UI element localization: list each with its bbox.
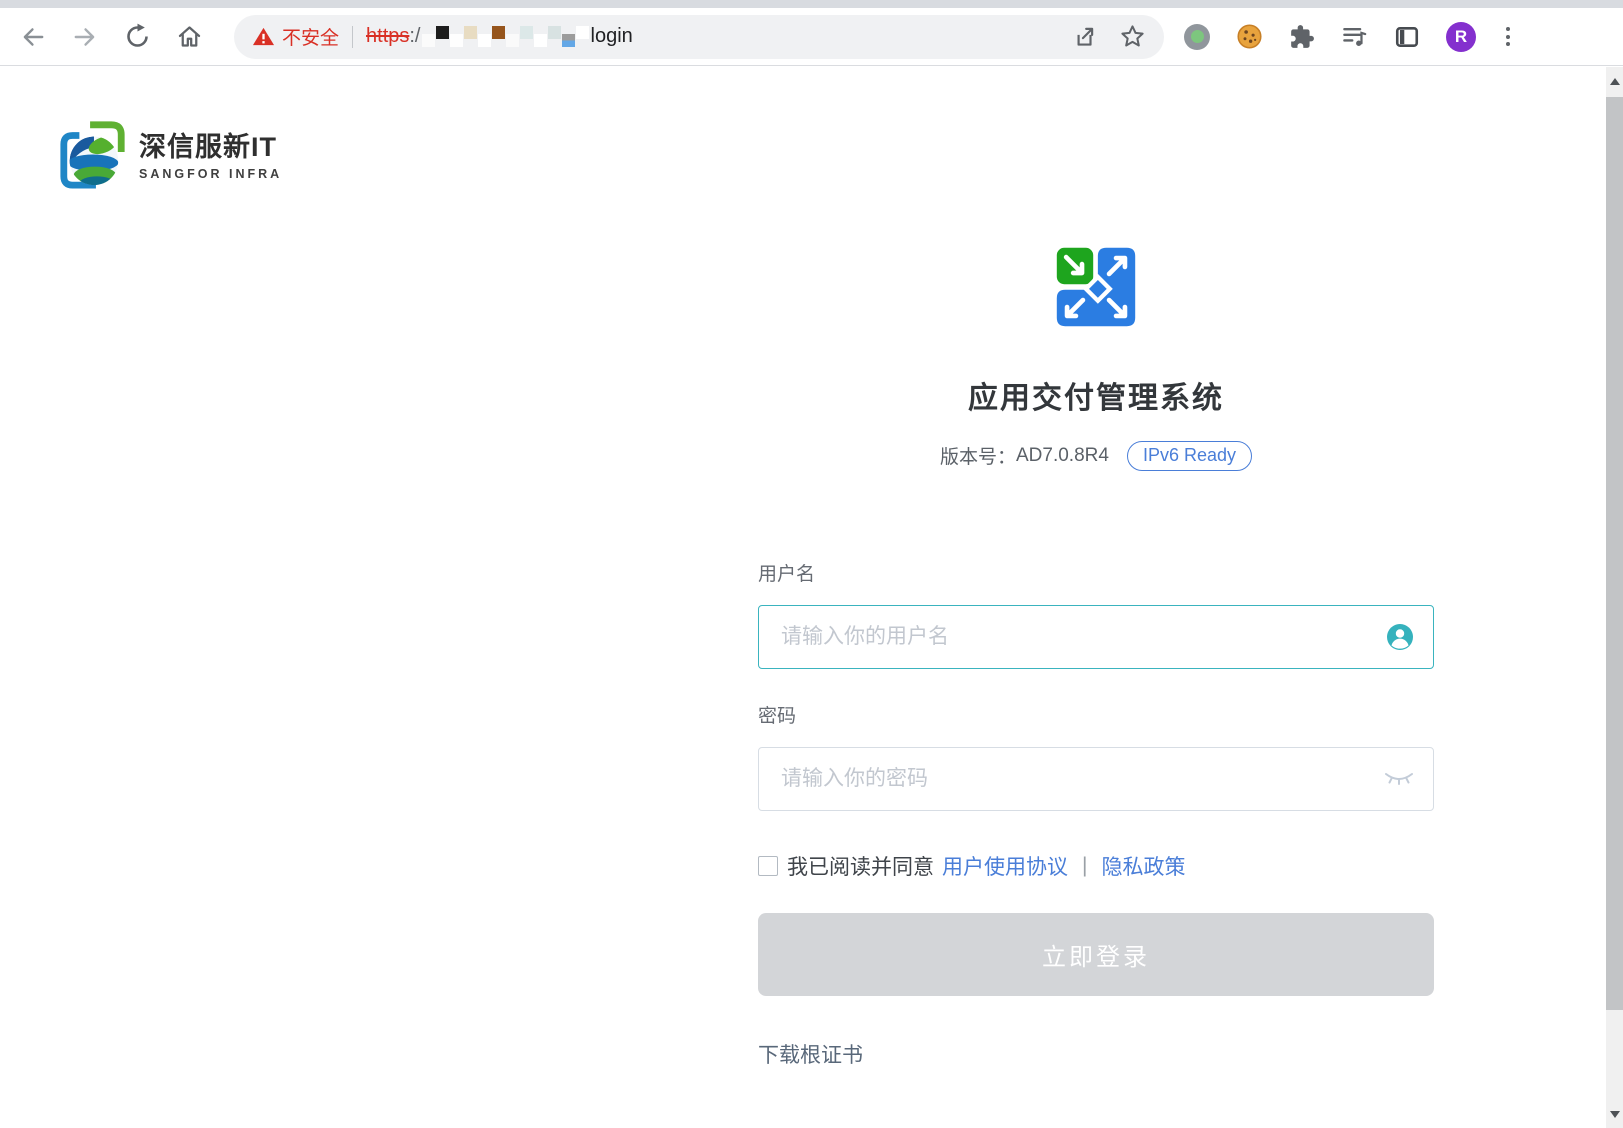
browser-toolbar: 不安全 https:/ login R [0, 8, 1623, 66]
back-arrow-icon [20, 24, 46, 50]
username-input[interactable] [758, 605, 1434, 669]
user-agreement-link[interactable]: 用户使用协议 [942, 851, 1068, 881]
privacy-policy-link[interactable]: 隐私政策 [1101, 851, 1185, 881]
version-label: 版本号： [940, 442, 1016, 469]
extensions-puzzle-icon[interactable] [1289, 24, 1315, 50]
bookmark-star-icon[interactable] [1119, 23, 1146, 50]
reload-icon [124, 23, 151, 50]
side-panel-icon[interactable] [1394, 24, 1420, 50]
forward-arrow-icon [72, 24, 98, 50]
home-button[interactable] [168, 16, 210, 58]
user-avatar-icon [1386, 623, 1414, 651]
address-bar[interactable]: 不安全 https:/ login [234, 15, 1164, 59]
cookie-icon[interactable] [1236, 23, 1263, 50]
eye-closed-icon [1384, 770, 1414, 788]
scrollbar-up-arrow[interactable] [1606, 67, 1623, 95]
reload-button[interactable] [116, 16, 158, 58]
app-delivery-product-icon [1054, 245, 1138, 329]
login-button[interactable]: 立即登录 [758, 913, 1434, 996]
ipv6-ready-badge: IPv6 Ready [1127, 441, 1252, 471]
media-controls-icon[interactable] [1341, 23, 1368, 50]
window-frame-strip [0, 0, 1623, 8]
scrollbar-down-arrow[interactable] [1606, 1100, 1623, 1128]
agreement-checkbox[interactable] [758, 856, 778, 876]
agreement-text: 我已阅读并同意 [787, 851, 934, 881]
url-text: https:/ login [366, 22, 633, 52]
product-title: 应用交付管理系统 [758, 373, 1434, 417]
security-chip-label[interactable]: 不安全 [282, 23, 339, 50]
scrollbar-thumb[interactable] [1606, 97, 1623, 1010]
login-panel: 应用交付管理系统 版本号：AD7.0.8R4 IPv6 Ready 用户名 密码… [758, 67, 1434, 1069]
extension-green-icon[interactable] [1184, 24, 1210, 50]
page-scrollbar[interactable] [1606, 67, 1623, 1128]
download-root-cert-link[interactable]: 下载根证书 [758, 1039, 863, 1069]
version-value: AD7.0.8R4 [1016, 445, 1109, 467]
password-label: 密码 [758, 701, 1434, 728]
agreement-separator: | [1082, 854, 1087, 878]
sangfor-globe-icon [57, 115, 129, 191]
back-button[interactable] [12, 16, 54, 58]
forward-button[interactable] [64, 16, 106, 58]
agreement-row: 我已阅读并同意 用户使用协议 | 隐私政策 [758, 851, 1434, 881]
version-row: 版本号：AD7.0.8R4 IPv6 Ready [758, 441, 1434, 471]
url-suffix: login [591, 25, 633, 48]
home-icon [176, 23, 203, 50]
url-separator: :/ [409, 25, 420, 48]
toolbar-extensions-area: R [1184, 22, 1514, 52]
password-visibility-toggle[interactable] [1384, 770, 1414, 788]
redacted-url-mosaic [422, 22, 590, 52]
security-warning-icon [252, 25, 275, 48]
brand-title: 深信服新IT [139, 125, 282, 164]
username-label: 用户名 [758, 559, 1434, 586]
profile-avatar[interactable]: R [1446, 22, 1476, 52]
brand-subtitle: SANGFOR INFRA [139, 167, 282, 181]
browser-menu-dots-icon[interactable] [1502, 23, 1514, 50]
login-page: 深信服新IT SANGFOR INFRA 应用交付管理系统 版本号：AD7.0.… [0, 67, 1606, 1128]
url-scheme: https [366, 25, 409, 48]
chip-divider [352, 26, 353, 48]
password-input[interactable] [758, 747, 1434, 811]
brand-logo: 深信服新IT SANGFOR INFRA [57, 115, 282, 191]
share-icon[interactable] [1071, 24, 1097, 50]
